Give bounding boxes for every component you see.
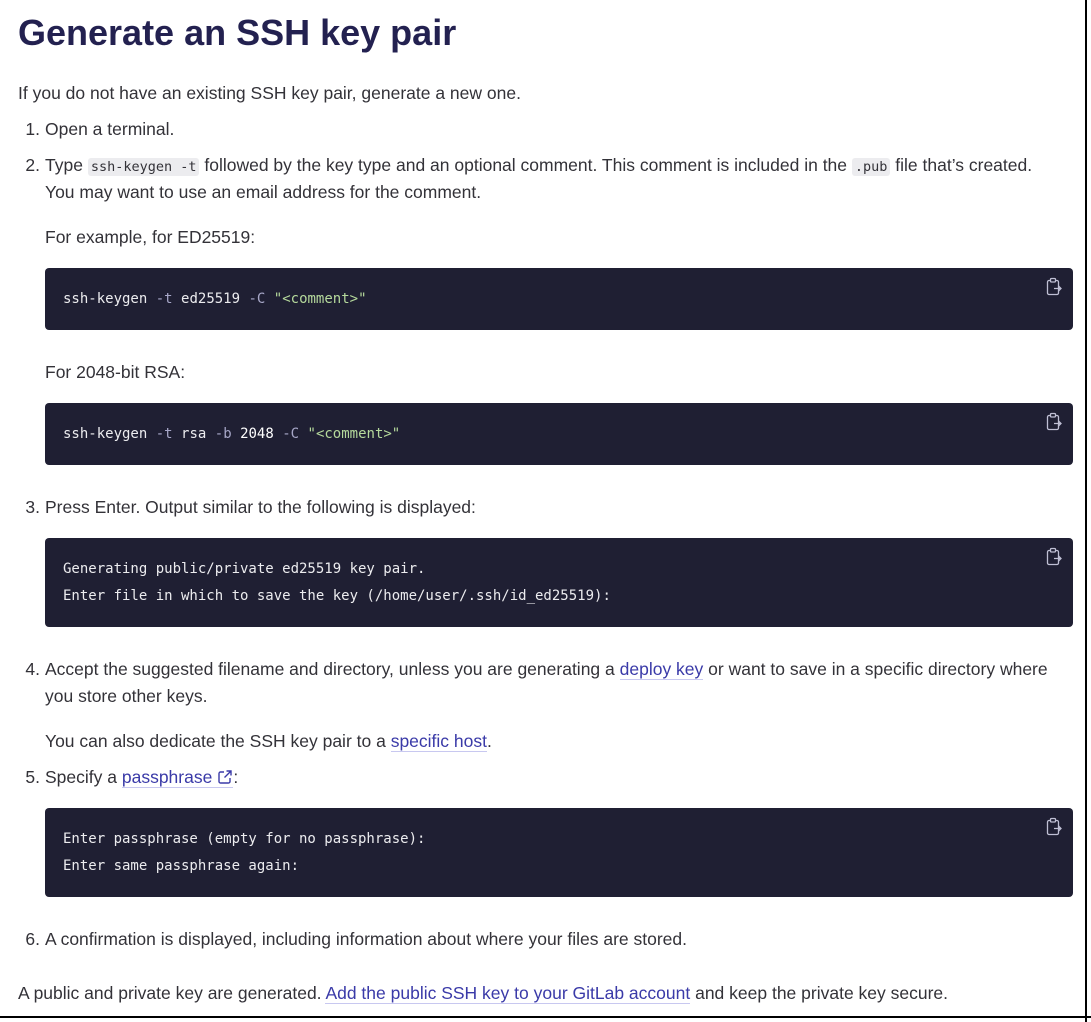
code-flag: -C [248,291,266,307]
step-4-text: Accept the suggested filename and direct… [45,656,1048,683]
window-edge-right [1085,0,1087,1022]
code-block-ed25519: ssh-keygen -t ed25519 -C "<comment>" [45,268,1073,330]
code-block-output: Generating public/private ed25519 key pa… [45,538,1073,627]
window-edge-bottom [0,1016,1091,1018]
code-block-rsa: ssh-keygen -t rsa -b 2048 -C "<comment>" [45,403,1073,465]
code-block-passphrase: Enter passphrase (empty for no passphras… [45,808,1073,897]
step-number: 1. [25,119,40,139]
deploy-key-link[interactable]: deploy key [619,659,704,680]
code-string: "<comment>" [307,426,401,442]
inline-code-pub: .pub [851,158,891,176]
step-number: 4. [25,659,40,679]
step-1-text: Open a terminal. [45,119,175,139]
step-6-text: A confirmation is displayed, including i… [45,929,688,949]
step-number: 3. [25,497,40,517]
passphrase-link[interactable]: passphrase [121,767,234,788]
add-ssh-key-link[interactable]: Add the public SSH key to your GitLab ac… [325,983,691,1004]
clipboard-copy-icon[interactable] [1045,817,1063,837]
code-flag: -t [155,291,173,307]
code-arg: rsa [181,426,207,442]
step-5-text: Specify a passphrase: [45,764,238,793]
outro-text-b: and keep the private key secure. [690,983,949,1003]
specific-host-link[interactable]: specific host [390,731,487,752]
code-lines: Enter passphrase (empty for no passphras… [63,826,425,880]
host-text-a: You can also dedicate the SSH key pair t… [45,731,391,751]
step-2-text-line2: You may want to use an email address for… [45,182,482,202]
page-title: Generate an SSH key pair [18,12,457,53]
step-5-text-b: : [233,767,239,787]
code-string: "<comment>" [273,291,367,307]
specific-host-text: You can also dedicate the SSH key pair t… [45,728,492,755]
clipboard-copy-icon[interactable] [1045,277,1063,297]
step-number: 2. [25,155,40,175]
code-lines: Generating public/private ed25519 key pa… [63,556,611,610]
step-4-text-line2: you store other keys. [45,686,208,706]
outro-text-a: A public and private key are generated. [18,983,326,1003]
code-flag: -C [282,426,300,442]
step-2-text-c: file that’s created. [890,155,1033,175]
code-command: ssh-keygen [63,291,148,307]
intro-text: If you do not have an existing SSH key p… [18,83,521,103]
code-line: Enter file in which to save the key (/ho… [63,588,611,604]
outro-text: A public and private key are generated. … [18,980,948,1007]
external-link-icon [217,766,233,793]
code-line: Enter same passphrase again: [63,858,300,874]
code-number: 2048 [240,426,274,442]
code-command: ssh-keygen [63,426,148,442]
clipboard-copy-icon[interactable] [1045,547,1063,567]
example-rsa-label: For 2048-bit RSA: [45,362,186,382]
example-ed25519-label: For example, for ED25519: [45,227,256,247]
code-line: Enter passphrase (empty for no passphras… [63,831,426,847]
code-flag: -t [155,426,173,442]
step-2-text-b: followed by the key type and an optional… [199,155,852,175]
clipboard-copy-icon[interactable] [1045,412,1063,432]
step-4-text-a: Accept the suggested filename and direct… [45,659,620,679]
host-text-b: . [486,731,492,751]
code-arg: ed25519 [181,291,241,307]
inline-code-ssh-keygen: ssh-keygen -t [87,158,200,176]
step-number: 5. [25,767,40,787]
step-number: 6. [25,929,40,949]
code-flag: -b [214,426,232,442]
step-2-text-a: Type [45,155,88,175]
code-line: ssh-keygen -t rsa -b 2048 -C "<comment>" [63,421,400,448]
step-4-text-b: or want to save in a specific directory … [703,659,1048,679]
docs-page: Generate an SSH key pair If you do not h… [0,0,1085,1016]
code-line: ssh-keygen -t ed25519 -C "<comment>" [63,286,367,313]
step-5-text-a: Specify a [45,767,122,787]
code-line: Generating public/private ed25519 key pa… [63,561,426,577]
step-2-text: Type ssh-keygen -t followed by the key t… [45,152,1032,181]
step-3-text: Press Enter. Output similar to the follo… [45,497,476,517]
passphrase-link-label: passphrase [121,767,213,787]
